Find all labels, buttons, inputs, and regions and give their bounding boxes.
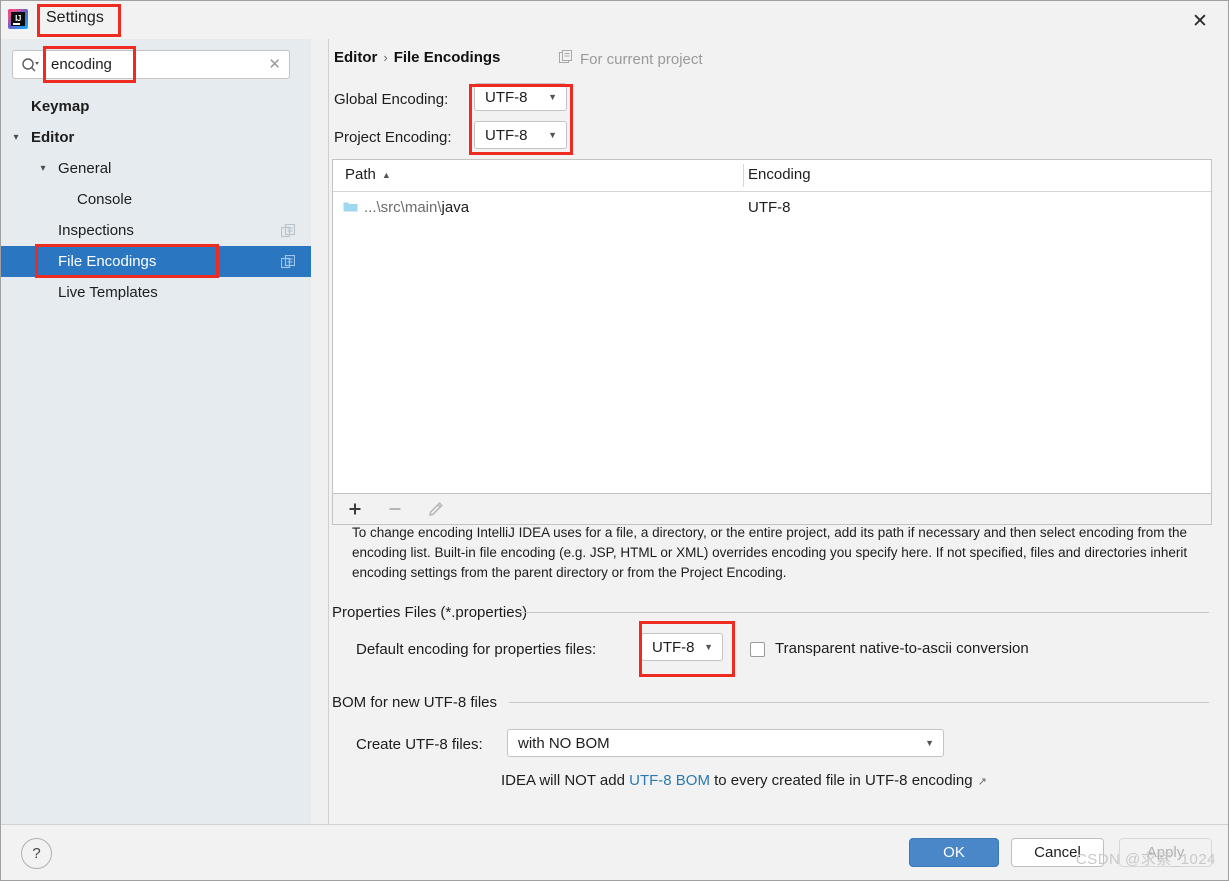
breadcrumb-parent[interactable]: Editor [334, 49, 377, 66]
properties-encoding-combo[interactable]: UTF-8 ▼ [641, 633, 723, 661]
settings-tree: Keymap ▾ Editor ▾ General Console Inspections F… [1, 91, 311, 308]
folder-icon [343, 200, 358, 216]
chevron-down-icon[interactable]: ▾ [36, 163, 50, 174]
sidebar-item-label: File Encodings [58, 253, 157, 270]
help-button[interactable]: ? [21, 838, 52, 869]
properties-group-divider [519, 612, 1209, 613]
bom-note-prefix: IDEA will NOT add [501, 772, 630, 789]
sidebar-item-general[interactable]: ▾ General [1, 153, 311, 184]
column-header-path-label: Path [345, 166, 376, 183]
encodings-help-text: To change encoding IntelliJ IDEA uses fo… [352, 525, 1188, 580]
path-name: java [441, 198, 470, 216]
settings-sidebar: encoding ✕ Keymap ▾ Editor ▾ General Console I… [1, 39, 311, 825]
project-scope-icon [559, 50, 573, 68]
external-link-icon[interactable]: ↗ [978, 776, 987, 788]
apply-button: Apply [1119, 838, 1212, 867]
copy-settings-icon[interactable] [280, 223, 296, 241]
bom-group-divider [509, 702, 1209, 703]
search-icon [21, 57, 39, 73]
dialog-footer: ? OK Cancel Apply [1, 824, 1228, 880]
sidebar-item-label: Inspections [58, 222, 134, 239]
clear-icon[interactable]: ✕ [268, 55, 281, 73]
bom-note: IDEA will NOT add UTF-8 BOM to every cre… [501, 772, 987, 789]
sidebar-item-label: Console [77, 191, 133, 208]
table-cell-encoding[interactable]: UTF-8 [748, 199, 791, 216]
global-encoding-label: Global Encoding: [334, 91, 449, 108]
utf8-bom-link[interactable]: UTF-8 BOM [629, 772, 710, 789]
sidebar-item-inspections[interactable]: Inspections [1, 215, 311, 246]
sort-ascending-icon: ▲ [381, 170, 391, 181]
chevron-down-icon: ▼ [548, 130, 557, 140]
sidebar-item-file-encodings[interactable]: File Encodings [1, 246, 311, 277]
file-encodings-panel: Editor › File Encodings For current projec… [329, 39, 1228, 825]
table-body: ...\src\main\java UTF-8 [333, 192, 1211, 222]
left-pane-gutter [311, 39, 329, 825]
transparent-native-to-ascii-checkbox[interactable] [750, 642, 765, 657]
table-cell-path: ...\src\main\java [364, 199, 469, 216]
plus-icon[interactable] [345, 499, 365, 519]
create-utf8-files-value: with NO BOM [518, 734, 610, 752]
column-header-encoding[interactable]: Encoding [748, 166, 811, 183]
sidebar-item-keymap[interactable]: Keymap [1, 91, 311, 122]
chevron-down-icon: ▼ [925, 738, 934, 748]
title-bar: IJ Settings ✕ [1, 1, 1228, 39]
close-icon[interactable]: ✕ [1186, 7, 1214, 35]
sidebar-item-label: Keymap [31, 98, 90, 115]
properties-group-title: Properties Files (*.properties) [332, 604, 528, 621]
global-encoding-value: UTF-8 [485, 88, 528, 106]
copy-settings-icon[interactable] [280, 254, 296, 272]
sidebar-item-live-templates[interactable]: Live Templates [1, 277, 311, 308]
table-row[interactable]: ...\src\main\java UTF-8 [333, 192, 1211, 222]
create-utf8-files-label: Create UTF-8 files: [356, 736, 483, 753]
settings-dialog: IJ Settings ✕ encoding ✕ Keymap ▾ Editor ▾ G… [0, 0, 1229, 881]
cancel-button[interactable]: Cancel [1011, 838, 1104, 867]
breadcrumb-separator: › [383, 50, 388, 65]
global-encoding-combo[interactable]: UTF-8 ▼ [474, 83, 567, 111]
chevron-down-icon: ▼ [704, 642, 713, 652]
sidebar-item-label: Editor [31, 129, 75, 146]
chevron-down-icon[interactable]: ▾ [9, 132, 23, 143]
properties-encoding-value: UTF-8 [652, 638, 695, 656]
minus-icon [385, 499, 405, 519]
create-utf8-files-combo[interactable]: with NO BOM ▼ [507, 729, 944, 757]
window-title: Settings [46, 9, 104, 26]
table-header: Path ▲ Encoding [333, 160, 1211, 192]
project-encoding-value: UTF-8 [485, 126, 528, 144]
column-divider[interactable] [743, 164, 744, 187]
project-encoding-combo[interactable]: UTF-8 ▼ [474, 121, 567, 149]
intellij-idea-logo-icon: IJ [8, 9, 28, 29]
breadcrumb: Editor › File Encodings [334, 49, 500, 66]
table-toolbar [332, 494, 1212, 525]
pencil-icon [425, 499, 445, 519]
encodings-table[interactable]: Path ▲ Encoding ...\src\main\java UTF-8 [332, 159, 1212, 494]
sidebar-item-label: General [58, 160, 112, 177]
search-input[interactable]: encoding ✕ [12, 50, 290, 79]
project-encoding-label: Project Encoding: [334, 129, 452, 146]
column-header-path[interactable]: Path ▲ [345, 166, 391, 183]
chevron-down-icon: ▼ [548, 92, 557, 102]
transparent-native-to-ascii-label: Transparent native-to-ascii conversion [775, 640, 1029, 657]
breadcrumb-current: File Encodings [393, 49, 501, 66]
bom-note-suffix: to every created file in UTF-8 encoding [709, 772, 973, 789]
default-properties-encoding-label: Default encoding for properties files: [356, 641, 597, 658]
sidebar-item-label: Live Templates [58, 284, 158, 301]
bom-group-title: BOM for new UTF-8 files [332, 694, 498, 711]
sidebar-item-editor[interactable]: ▾ Editor [1, 122, 311, 153]
path-prefix: ...\src\main\ [364, 198, 442, 216]
ok-button[interactable]: OK [909, 838, 999, 867]
search-value: encoding [51, 56, 112, 73]
for-current-project-text: For current project [580, 50, 703, 68]
for-current-project-label: For current project [559, 50, 703, 68]
sidebar-item-console[interactable]: Console [1, 184, 311, 215]
